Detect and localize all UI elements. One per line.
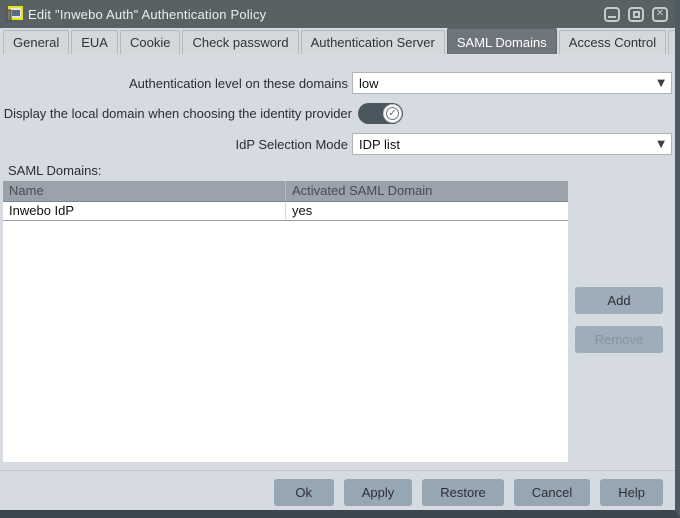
auth-level-select[interactable]: low ▼: [352, 72, 672, 94]
toggle-knob: ✓: [383, 104, 402, 123]
apply-button[interactable]: Apply: [344, 479, 413, 506]
minimize-button[interactable]: [604, 7, 620, 22]
ok-button[interactable]: Ok: [274, 479, 334, 506]
cancel-button[interactable]: Cancel: [514, 479, 590, 506]
help-button[interactable]: Help: [600, 479, 663, 506]
minimize-icon: [608, 16, 616, 18]
chevron-down-icon: ▼: [657, 139, 665, 150]
window-title: Edit "Inwebo Auth" Authentication Policy: [28, 7, 266, 22]
idp-selection-mode-value: IDP list: [359, 137, 657, 152]
restore-button-footer[interactable]: Restore: [422, 479, 504, 506]
auth-level-label: Authentication level on these domains: [0, 76, 348, 91]
add-button[interactable]: Add: [575, 287, 663, 314]
dialog-window: Edit "Inwebo Auth" Authentication Policy…: [0, 0, 680, 518]
window-controls: ✕: [604, 7, 674, 22]
saml-domains-caption: SAML Domains:: [8, 163, 101, 178]
check-icon: ✓: [386, 107, 399, 120]
display-local-domain-toggle[interactable]: ✓: [358, 103, 403, 124]
tab-cookie[interactable]: Cookie: [120, 30, 180, 54]
cell-activated: yes: [286, 202, 568, 220]
restore-icon: [633, 11, 640, 18]
close-button[interactable]: ✕: [652, 7, 668, 22]
tab-general[interactable]: General: [3, 30, 69, 54]
window-icon: [6, 6, 23, 23]
remove-button[interactable]: Remove: [575, 326, 663, 353]
footer-button-bar: Ok Apply Restore Cancel Help: [0, 479, 675, 506]
chevron-down-icon: ▼: [657, 78, 665, 89]
footer-divider: [0, 470, 675, 471]
tab-bar: General EUA Cookie Check password Authen…: [3, 30, 680, 54]
tab-authentication-server[interactable]: Authentication Server: [301, 30, 445, 54]
cell-name: Inwebo IdP: [3, 202, 286, 220]
tab-request-manager[interactable]: Request Manager: [668, 30, 680, 54]
saml-domains-table: Name Activated SAML Domain Inwebo IdP ye…: [3, 181, 568, 462]
titlebar[interactable]: Edit "Inwebo Auth" Authentication Policy…: [0, 0, 680, 28]
display-local-domain-label: Display the local domain when choosing t…: [0, 106, 352, 121]
table-row[interactable]: Inwebo IdP yes: [3, 202, 568, 221]
tab-access-control[interactable]: Access Control: [559, 30, 666, 54]
column-header-activated: Activated SAML Domain: [286, 181, 568, 201]
table-header-row: Name Activated SAML Domain: [3, 181, 568, 202]
tab-saml-domains[interactable]: SAML Domains: [447, 28, 557, 54]
tab-eua[interactable]: EUA: [71, 30, 118, 54]
restore-button[interactable]: [628, 7, 644, 22]
idp-selection-mode-label: IdP Selection Mode: [0, 137, 348, 152]
idp-selection-mode-select[interactable]: IDP list ▼: [352, 133, 672, 155]
auth-level-value: low: [359, 76, 657, 91]
column-header-name: Name: [3, 181, 286, 201]
tab-check-password[interactable]: Check password: [182, 30, 298, 54]
